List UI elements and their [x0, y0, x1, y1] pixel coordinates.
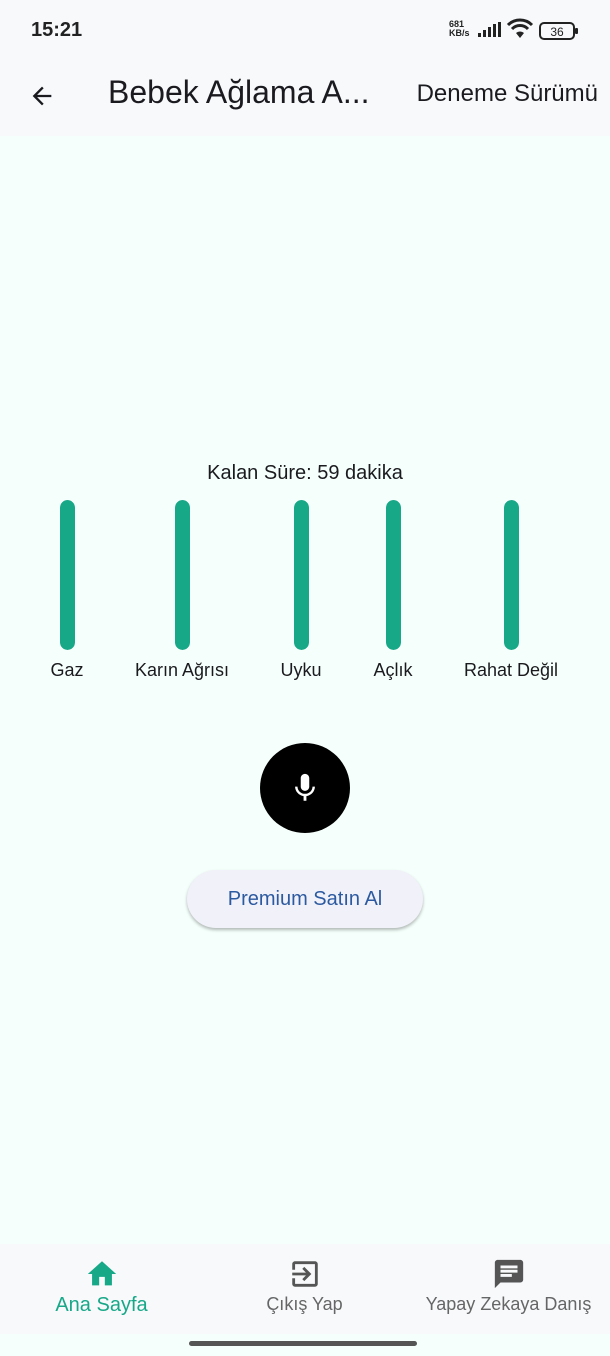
- nav-item-logout[interactable]: Çıkış Yap: [203, 1244, 406, 1334]
- back-button[interactable]: [22, 76, 62, 116]
- nav-item-home[interactable]: Ana Sayfa: [0, 1244, 203, 1334]
- exit-icon: [291, 1261, 318, 1287]
- category-bar-fill: [174, 500, 190, 650]
- category-label: Karın Ağrısı: [134, 660, 230, 680]
- home-icon: [87, 1261, 116, 1286]
- category-label: Rahat Değil: [463, 660, 559, 680]
- category-bar-fill: [59, 500, 75, 650]
- remaining-time: Kalan Süre: 59 dakika: [207, 462, 403, 484]
- page-title: Bebek Ağlama A...: [108, 74, 370, 110]
- nav-item-ai-consult[interactable]: Yapay Zekaya Danış: [407, 1244, 610, 1334]
- category-bar: [293, 500, 309, 650]
- category-bar-fill: [385, 500, 401, 650]
- nav-label: Yapay Zekaya Danış: [425, 1294, 592, 1314]
- trial-version-button[interactable]: Deneme Sürümü: [417, 80, 598, 108]
- category-bar: [503, 500, 519, 650]
- record-button[interactable]: [260, 743, 350, 833]
- category-label: Açlık: [373, 660, 413, 680]
- category-bar-fill: [503, 500, 519, 650]
- category-bar: [59, 500, 75, 650]
- category-rahat-degil: Rahat Değil: [431, 500, 591, 681]
- chat-icon: [494, 1259, 523, 1289]
- nav-label: Ana Sayfa: [55, 1294, 148, 1316]
- arrow-back-icon: [32, 86, 52, 106]
- status-bar: 15:21 681 KB/s 36: [0, 0, 610, 60]
- category-bar: [174, 500, 190, 650]
- category-bar: [385, 500, 401, 650]
- wifi-icon: [506, 18, 534, 38]
- nav-label: Çıkış Yap: [266, 1294, 343, 1314]
- battery-icon: 36: [539, 22, 578, 40]
- main-content: Kalan Süre: 59 dakika Gaz Karın Ağrısı U…: [0, 136, 610, 1244]
- gesture-handle[interactable]: [189, 1341, 417, 1346]
- microphone-icon: [295, 773, 315, 801]
- battery-level: 36: [550, 25, 564, 39]
- signal-icon: [478, 22, 501, 37]
- app-bar: Bebek Ağlama A... Deneme Sürümü: [0, 60, 610, 136]
- network-speed-unit: KB/s: [449, 28, 470, 38]
- category-bar-fill: [293, 500, 309, 650]
- premium-purchase-button[interactable]: Premium Satın Al: [187, 870, 423, 928]
- category-label: Gaz: [50, 660, 84, 680]
- status-time: 15:21: [31, 19, 83, 41]
- network-speed: 681 KB/s: [449, 20, 475, 38]
- bottom-navigation: Ana Sayfa Çıkış Yap Yapay Zekaya Danış: [0, 1244, 610, 1334]
